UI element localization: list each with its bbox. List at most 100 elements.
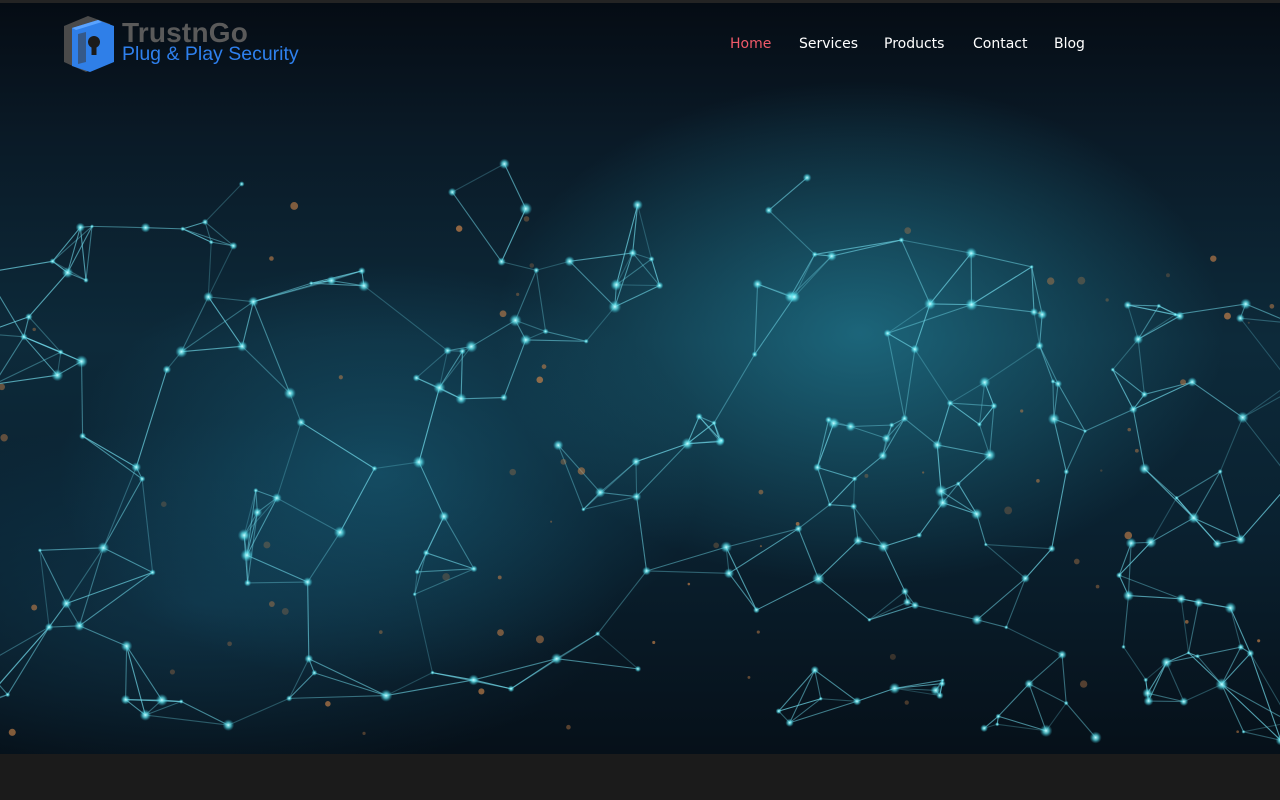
mesh-spark bbox=[566, 724, 571, 730]
mesh-link bbox=[985, 544, 1026, 579]
mesh-spark bbox=[758, 489, 764, 495]
mesh-node bbox=[412, 374, 421, 382]
mesh-link bbox=[1137, 339, 1145, 395]
mesh-node bbox=[507, 685, 515, 693]
mesh-node bbox=[1035, 341, 1044, 351]
mesh-node bbox=[222, 719, 235, 731]
mesh-link bbox=[713, 354, 756, 424]
mesh-link bbox=[181, 345, 243, 353]
mesh-node bbox=[304, 654, 314, 664]
mesh-link bbox=[814, 239, 902, 255]
mesh-spark bbox=[1184, 620, 1189, 624]
mesh-link bbox=[614, 285, 660, 308]
mesh-node bbox=[794, 524, 803, 533]
mesh-link bbox=[816, 422, 835, 468]
nav-contact[interactable]: Contact bbox=[973, 33, 1027, 55]
mesh-node bbox=[990, 402, 998, 410]
mesh-spark bbox=[478, 688, 485, 695]
mesh-spark bbox=[922, 471, 925, 474]
mesh-spark bbox=[1077, 276, 1086, 285]
mesh-link bbox=[887, 332, 916, 350]
mesh-link bbox=[754, 296, 795, 355]
nav-home[interactable]: Home bbox=[730, 33, 771, 55]
mesh-link bbox=[904, 418, 938, 446]
mesh-node bbox=[751, 351, 758, 358]
mesh-node bbox=[75, 222, 86, 233]
mesh-spark bbox=[1127, 427, 1131, 432]
mesh-link bbox=[308, 658, 387, 697]
mesh-link bbox=[1239, 317, 1280, 371]
mesh-link bbox=[1127, 543, 1132, 596]
mesh-node bbox=[1217, 468, 1223, 475]
mesh-spark bbox=[362, 731, 366, 736]
mesh-link bbox=[1051, 471, 1067, 549]
mesh-node bbox=[978, 376, 991, 389]
mesh-link bbox=[957, 454, 991, 485]
mesh-spark bbox=[759, 545, 763, 548]
mesh-node bbox=[594, 487, 606, 498]
mesh-link bbox=[583, 496, 637, 510]
mesh-node bbox=[1176, 593, 1187, 604]
mesh-node bbox=[932, 439, 943, 450]
mesh-node bbox=[1224, 602, 1237, 614]
mesh-node bbox=[1020, 573, 1030, 583]
mesh-node bbox=[57, 349, 64, 356]
mesh-node bbox=[357, 266, 366, 275]
nav-services[interactable]: Services bbox=[799, 33, 858, 55]
mesh-spark bbox=[1269, 303, 1275, 309]
site-logo[interactable]: TrustnGo Plug & Play Security bbox=[58, 10, 318, 78]
mesh-node bbox=[970, 508, 983, 520]
mesh-spark bbox=[550, 520, 553, 523]
mesh-node bbox=[923, 297, 937, 310]
mesh-link bbox=[23, 336, 82, 362]
mesh-link bbox=[246, 554, 308, 583]
mesh-link bbox=[929, 252, 972, 305]
mesh-node bbox=[326, 275, 337, 286]
mesh-link bbox=[599, 461, 637, 493]
mesh-node bbox=[1122, 589, 1135, 602]
mesh-node bbox=[542, 328, 549, 335]
mesh-link bbox=[1176, 471, 1221, 499]
mesh-spark bbox=[269, 256, 274, 261]
mesh-link bbox=[81, 361, 84, 437]
nav-products[interactable]: Products bbox=[884, 33, 944, 55]
mesh-link bbox=[914, 303, 931, 350]
mesh-node bbox=[938, 680, 946, 688]
mesh-node bbox=[252, 507, 263, 518]
mesh-node bbox=[550, 653, 563, 665]
nav-blog[interactable]: Blog bbox=[1054, 33, 1085, 55]
mesh-link bbox=[949, 381, 985, 404]
mesh-node bbox=[583, 338, 589, 344]
mesh-node bbox=[447, 187, 457, 197]
mesh-link bbox=[252, 301, 291, 394]
mesh-link bbox=[135, 369, 168, 468]
mesh-node bbox=[631, 491, 642, 502]
mesh-spark bbox=[1247, 321, 1250, 324]
mesh-node bbox=[468, 674, 480, 686]
mesh-node bbox=[1235, 534, 1246, 545]
mesh-link bbox=[471, 319, 516, 348]
mesh-node bbox=[955, 481, 961, 487]
mesh-spark bbox=[904, 700, 909, 705]
mesh-link bbox=[971, 252, 1032, 268]
mesh-node bbox=[1063, 700, 1069, 706]
mesh-node bbox=[826, 250, 837, 262]
mesh-spark bbox=[325, 701, 331, 707]
mesh-spark bbox=[541, 364, 547, 369]
mesh-node bbox=[455, 393, 467, 405]
mesh-node bbox=[97, 542, 110, 554]
mesh-node bbox=[412, 455, 426, 469]
mesh-link bbox=[976, 577, 1026, 621]
mesh-link bbox=[829, 478, 856, 506]
mesh-node bbox=[824, 416, 833, 424]
mesh-node bbox=[1144, 536, 1157, 549]
mesh-node bbox=[849, 502, 858, 511]
mesh-link bbox=[886, 333, 906, 419]
mesh-link bbox=[901, 239, 972, 254]
mesh-node bbox=[711, 420, 717, 426]
mesh-link bbox=[288, 658, 310, 699]
mesh-link bbox=[949, 402, 980, 425]
mesh-link bbox=[1243, 731, 1280, 741]
mesh-spark bbox=[1210, 255, 1217, 262]
mesh-node bbox=[1240, 298, 1252, 310]
